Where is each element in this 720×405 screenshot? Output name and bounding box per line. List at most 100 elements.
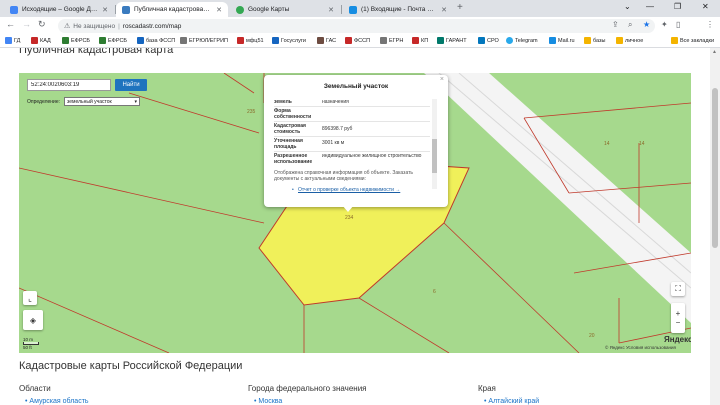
parcel-info-popup: Земельный участок × земель назначения Фо… — [264, 75, 448, 207]
bookmark-icon — [237, 37, 244, 44]
bookmark-item[interactable]: ЕФРСБ — [62, 37, 90, 44]
bookmark-folder[interactable]: личное — [616, 37, 643, 44]
warning-icon[interactable]: ⚠ — [64, 22, 70, 30]
bookmark-item[interactable]: Telegram — [506, 37, 538, 44]
bookmark-star-icon[interactable]: ★ — [643, 20, 650, 29]
cadastral-map[interactable]: 235 14 14 234 6 20 Найти Определение: зе… — [19, 73, 691, 353]
back-icon[interactable]: ← — [6, 19, 15, 29]
menu-icon[interactable]: ⋮ — [706, 20, 714, 29]
zoom-out-button[interactable]: − — [676, 318, 681, 327]
not-secure-label: Не защищено — [73, 22, 116, 30]
bookmark-item[interactable]: ГД — [5, 37, 20, 44]
city-link[interactable]: • Москва — [254, 398, 282, 405]
bookmark-label: Все закладки — [680, 37, 715, 44]
road-line — [458, 73, 691, 274]
maximize-icon[interactable]: ❐ — [674, 2, 681, 11]
bookmark-item[interactable]: ЕФРСБ — [99, 37, 127, 44]
popup-pointer — [342, 205, 354, 212]
region-link[interactable]: • Амурская область — [25, 398, 89, 405]
close-icon[interactable]: ✕ — [441, 6, 447, 14]
all-bookmarks[interactable]: Все закладки — [671, 37, 714, 44]
share-icon[interactable]: ⇪ — [612, 20, 619, 29]
new-tab-button[interactable]: + — [457, 2, 463, 13]
bookmark-icon — [180, 37, 187, 44]
chevron-down-icon: ▾ — [134, 99, 137, 105]
cadastral-number-input[interactable] — [27, 79, 111, 91]
info-key: Форма собственности — [274, 108, 312, 120]
tab-search-icon[interactable]: ⌄ — [624, 2, 631, 11]
bookmark-icon — [345, 37, 352, 44]
popup-note: Отображена справочная информация об объе… — [274, 170, 414, 182]
sidebar-icon[interactable]: ▯ — [676, 20, 680, 29]
zoom-in-button[interactable]: + — [676, 309, 681, 318]
search-button[interactable]: Найти — [115, 79, 147, 91]
column-heading: Города федерального значения — [248, 384, 367, 393]
tab-google-maps[interactable]: Google Карты ✕ — [230, 2, 340, 17]
page-content: Публичная кадастровая карта 235 14 14 23… — [0, 48, 710, 405]
scrollbar-thumb[interactable] — [432, 139, 437, 173]
tab-mail[interactable]: (1) Входящие - Почта Mail.ru ✕ — [343, 2, 453, 17]
window-close-icon[interactable]: ✕ — [702, 2, 709, 11]
bookmark-item[interactable]: СРО — [478, 37, 499, 44]
bookmark-item[interactable]: КАД — [31, 37, 51, 44]
bookmark-item[interactable]: ЕГРН — [380, 37, 403, 44]
extensions-icon[interactable]: ✦ — [661, 20, 668, 29]
bookmark-label: СРО — [487, 37, 499, 44]
bookmark-icon — [272, 37, 279, 44]
bookmark-item[interactable]: ЕГРЮЛ/ЕГРИП — [180, 37, 228, 44]
bookmark-label: ГАРАНТ — [446, 37, 467, 44]
bookmark-icon — [31, 37, 38, 44]
fullscreen-button[interactable]: ⛶ — [671, 282, 685, 296]
bookmark-item[interactable]: Госуслуги — [272, 37, 306, 44]
page-title: Публичная кадастровая карта — [19, 48, 174, 56]
zoom-icon[interactable]: ⌕ — [628, 20, 632, 30]
scale-sub-label: 50 ft — [23, 345, 32, 350]
minimize-icon[interactable]: — — [646, 2, 654, 11]
parcel-border — [523, 102, 691, 119]
tab-google-drive[interactable]: Исходящие – Google Диск ✕ — [4, 2, 114, 17]
ruler-button[interactable]: ⌞ — [23, 291, 37, 305]
map-copyright[interactable]: © Яндекс Условия использования — [605, 345, 676, 350]
bookmark-icon — [478, 37, 485, 44]
bookmark-label: базы — [593, 37, 606, 44]
google-maps-icon — [236, 5, 244, 14]
bookmark-item[interactable]: база ФССП — [137, 37, 175, 44]
bookmark-label: ГАС — [326, 37, 337, 44]
bookmark-label: КАД — [40, 37, 51, 44]
scroll-up-icon[interactable]: ▲ — [712, 49, 717, 55]
address-bar[interactable]: ⚠ Не защищено | roscadastr.com/map — [58, 19, 655, 33]
parcel-border — [443, 222, 580, 353]
layers-button[interactable]: ◈ — [23, 310, 43, 330]
bookmark-item[interactable]: ФССП — [345, 37, 370, 44]
report-link[interactable]: Отчет о проверке объекта недвижимости → — [298, 187, 400, 193]
definition-select[interactable]: земельный участок ▾ — [64, 97, 140, 106]
url-text: roscadastr.com/map — [122, 22, 182, 30]
definition-label: Определение: — [27, 99, 61, 105]
parcel-border — [128, 92, 260, 134]
forward-icon[interactable]: → — [22, 19, 31, 29]
page-scrollbar[interactable]: ▲ — [710, 48, 720, 405]
close-icon[interactable]: ✕ — [102, 6, 108, 14]
bookmark-item[interactable]: Mail.ru — [549, 37, 575, 44]
link-text: Амурская область — [29, 398, 89, 405]
scrollbar-thumb[interactable] — [712, 88, 718, 248]
bookmark-folder[interactable]: базы — [584, 37, 606, 44]
bookmark-icon — [99, 37, 106, 44]
map-icon — [122, 5, 130, 14]
bookmark-label: ЕГРЮЛ/ЕГРИП — [189, 37, 228, 44]
bookmark-item[interactable]: ГАС — [317, 37, 336, 44]
section-title: Кадастровые карты Российской Федерации — [19, 360, 243, 372]
bookmark-item[interactable]: ГАРАНТ — [437, 37, 467, 44]
tab-cadastral-map[interactable]: Публичная кадастровая карта ✕ — [116, 2, 228, 17]
bookmark-label: Mail.ru — [558, 37, 575, 44]
bookmark-item[interactable]: КП — [412, 37, 428, 44]
territory-link[interactable]: • Алтайский край — [484, 398, 539, 405]
info-value: назначения — [322, 99, 349, 105]
info-key: Уточненная площадь — [274, 138, 303, 150]
close-icon[interactable]: ✕ — [216, 6, 222, 14]
close-icon[interactable]: × — [440, 76, 444, 83]
reload-icon[interactable]: ↻ — [38, 19, 46, 30]
bookmark-item[interactable]: мфц51 — [237, 37, 264, 44]
plot-number: 14 — [639, 141, 645, 147]
close-icon[interactable]: ✕ — [328, 6, 334, 14]
